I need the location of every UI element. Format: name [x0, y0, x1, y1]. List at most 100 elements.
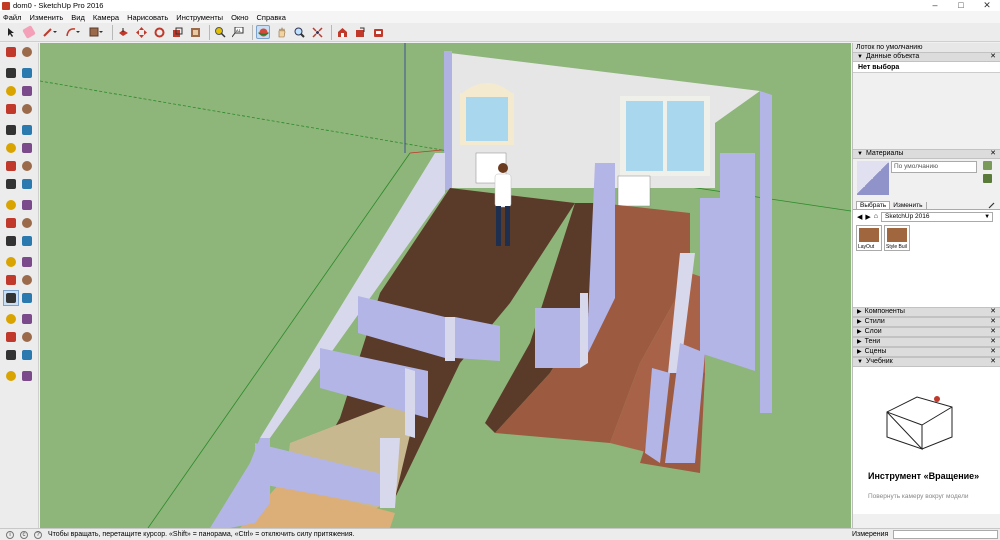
text-icon[interactable] [19, 254, 35, 270]
share-icon[interactable] [353, 25, 367, 39]
minimize-button[interactable]: – [922, 0, 948, 11]
close-icon[interactable]: ✕ [990, 307, 996, 317]
geolocation-icon[interactable]: i [6, 530, 14, 539]
warehouse-icon[interactable] [335, 25, 349, 39]
move-icon[interactable] [3, 176, 19, 192]
rectangle-icon[interactable] [3, 101, 19, 117]
push-pull-icon[interactable] [19, 176, 35, 192]
move-icon[interactable] [134, 25, 148, 39]
freehand-icon[interactable] [19, 83, 35, 99]
eraser-icon[interactable] [19, 65, 35, 81]
polygon-icon[interactable] [19, 122, 35, 138]
axes-icon[interactable] [3, 272, 19, 288]
dimension-icon[interactable] [19, 233, 35, 249]
zoom-icon[interactable] [3, 311, 19, 327]
menu-view[interactable]: Вид [71, 13, 85, 22]
entity-info-panel-title[interactable]: ▼ Данные объекта ✕ [853, 52, 1000, 62]
model-viewport[interactable] [40, 43, 851, 528]
library-select[interactable]: SketchUp 2016 ▼ [881, 211, 994, 222]
menu-camera[interactable]: Камера [93, 13, 119, 22]
help-icon[interactable]: ? [34, 530, 42, 539]
close-icon[interactable]: ✕ [990, 347, 996, 357]
home-icon[interactable]: ⌂ [874, 213, 878, 220]
close-icon[interactable]: ✕ [990, 52, 996, 62]
scale-icon[interactable] [170, 25, 184, 39]
scenes-panel-title[interactable]: ▶ Сцены ✕ [853, 347, 1000, 357]
close-button[interactable]: ✕ [974, 0, 1000, 11]
menu-help[interactable]: Справка [257, 13, 286, 22]
rotate-icon[interactable] [3, 197, 19, 213]
menu-tools[interactable]: Инструменты [176, 13, 223, 22]
rotate-icon[interactable] [152, 25, 166, 39]
forward-icon[interactable]: ▶ [865, 213, 870, 221]
position-camera-icon[interactable] [3, 347, 19, 363]
push-pull-icon[interactable] [116, 25, 130, 39]
protractor-icon[interactable] [3, 254, 19, 270]
pan-icon[interactable] [19, 290, 35, 306]
close-icon[interactable]: ✕ [990, 317, 996, 327]
tab-select[interactable]: Выбрать [856, 201, 891, 209]
shadows-panel-title[interactable]: ▶ Тени ✕ [853, 337, 1000, 347]
paint-bucket-icon[interactable] [3, 65, 19, 81]
pencil-icon[interactable] [40, 25, 59, 39]
arc3-icon[interactable] [19, 158, 35, 174]
extension-icon[interactable] [371, 25, 385, 39]
measurements-input[interactable] [893, 530, 998, 539]
rectangle-icon[interactable] [86, 25, 105, 39]
menu-edit[interactable]: Изменить [29, 13, 63, 22]
menu-draw[interactable]: Нарисовать [127, 13, 168, 22]
layers-panel-title[interactable]: ▶ Слои ✕ [853, 327, 1000, 337]
tab-edit[interactable]: Изменить [890, 202, 927, 209]
close-icon[interactable]: ✕ [990, 149, 996, 159]
arc-icon[interactable] [3, 140, 19, 156]
close-icon[interactable]: ✕ [990, 337, 996, 347]
components-panel-title[interactable]: ▶ Компоненты ✕ [853, 307, 1000, 317]
close-icon[interactable]: ✕ [990, 357, 996, 367]
instructor-panel-title[interactable]: ▼ Учебник ✕ [853, 357, 1000, 367]
library-item-style-builder[interactable]: Style Buil [884, 225, 910, 251]
rotated-rect-icon[interactable] [19, 101, 35, 117]
material-swatch[interactable] [857, 161, 889, 195]
material-name-field[interactable]: По умолчанию [891, 161, 977, 173]
back-icon[interactable]: ◀ [857, 213, 862, 221]
zoom-icon[interactable] [292, 25, 306, 39]
circle-icon[interactable] [3, 122, 19, 138]
sample-paint-icon[interactable] [983, 174, 992, 183]
zoom-window-icon[interactable] [19, 311, 35, 327]
zoom-extents-icon[interactable] [310, 25, 324, 39]
component-icon[interactable] [19, 44, 35, 60]
eraser-icon[interactable] [22, 25, 36, 39]
credits-icon[interactable]: c [20, 530, 28, 539]
materials-panel-title[interactable]: ▼ Материалы ✕ [853, 149, 1000, 159]
orbit-icon[interactable] [256, 25, 270, 39]
offset-icon[interactable] [188, 25, 202, 39]
styles-panel-title[interactable]: ▶ Стили ✕ [853, 317, 1000, 327]
tape-icon[interactable] [213, 25, 227, 39]
select-icon[interactable] [4, 25, 18, 39]
look-around-icon[interactable] [19, 347, 35, 363]
walk-icon[interactable] [3, 368, 19, 384]
3d-text-icon[interactable] [19, 272, 35, 288]
arc-icon[interactable] [63, 25, 82, 39]
create-material-icon[interactable] [983, 161, 992, 170]
scale-icon[interactable] [3, 215, 19, 231]
menu-file[interactable]: Файл [3, 13, 21, 22]
menu-window[interactable]: Окно [231, 13, 248, 22]
pan-icon[interactable] [274, 25, 288, 39]
maximize-button[interactable]: □ [948, 0, 974, 11]
previous-icon[interactable] [19, 329, 35, 345]
close-icon[interactable]: ✕ [990, 327, 996, 337]
tape-icon[interactable] [3, 233, 19, 249]
orbit-icon[interactable] [3, 290, 19, 306]
section-icon[interactable] [19, 368, 35, 384]
text-icon[interactable]: A1 [231, 25, 245, 39]
pie-icon[interactable] [19, 140, 35, 156]
select-icon[interactable] [3, 44, 19, 60]
follow-me-icon[interactable] [19, 197, 35, 213]
library-item-layout[interactable]: LayOut [856, 225, 882, 251]
arc2-icon[interactable] [3, 158, 19, 174]
line-icon[interactable] [3, 83, 19, 99]
offset-icon[interactable] [19, 215, 35, 231]
eyedropper-icon[interactable] [988, 201, 996, 209]
zoom-extents-icon[interactable] [3, 329, 19, 345]
